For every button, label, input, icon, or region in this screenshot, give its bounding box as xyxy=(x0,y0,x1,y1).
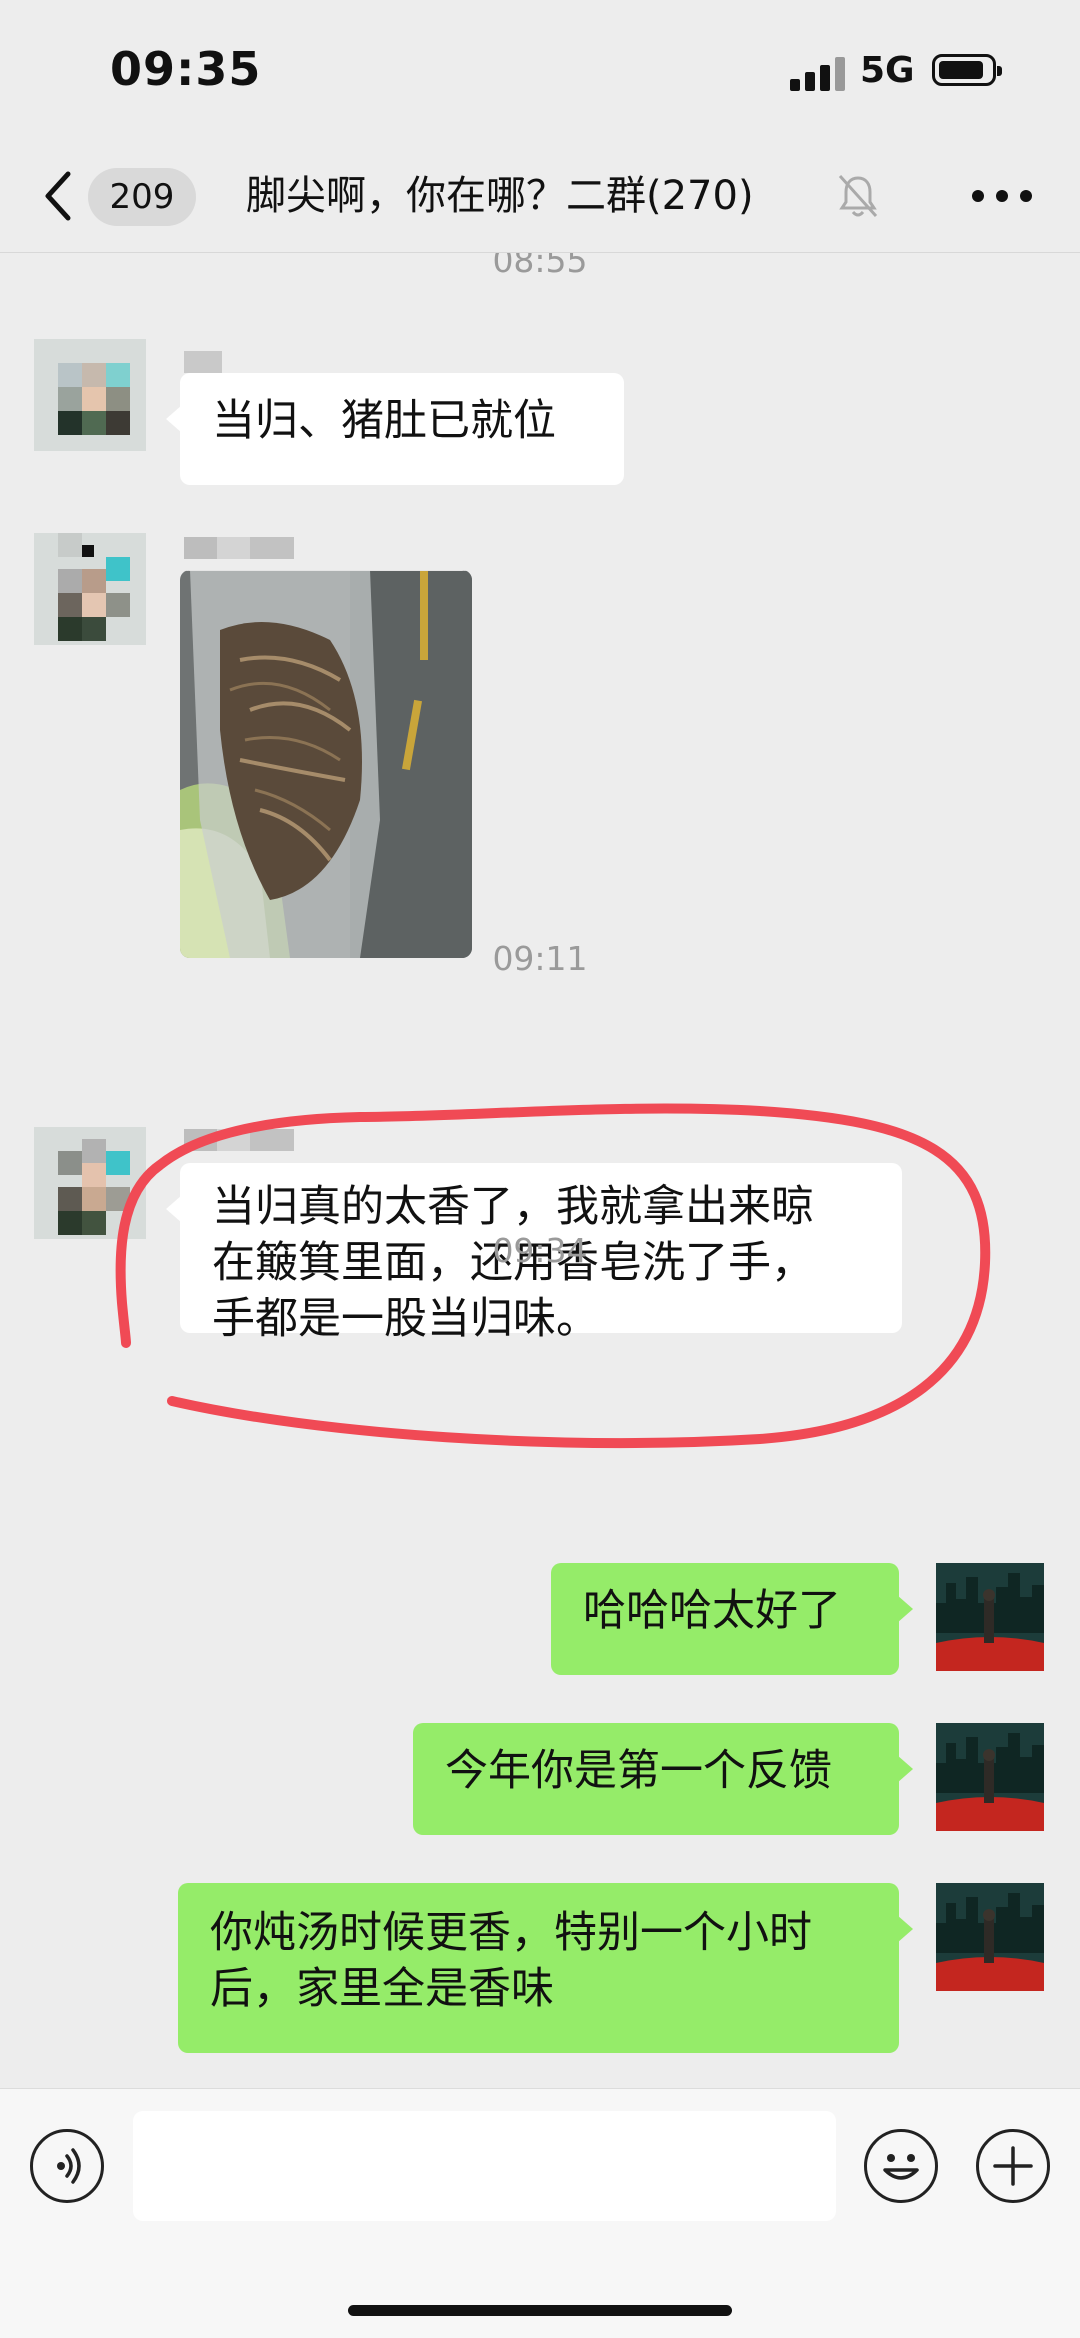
message-bubble[interactable]: 今年你是第一个反馈 xyxy=(413,1723,913,1835)
unread-count-badge[interactable]: 209 xyxy=(88,168,196,226)
input-bar xyxy=(0,2088,1080,2338)
signal-icon xyxy=(790,57,846,91)
message-bubble[interactable]: 你炖汤时候更香，特别一个小时 后，家里全是香味 xyxy=(178,1883,913,2053)
chevron-left-icon[interactable] xyxy=(36,166,86,226)
battery-icon xyxy=(932,54,1002,86)
my-avatar[interactable] xyxy=(936,1563,1044,1671)
message-line: 手都是一股当归味。 xyxy=(212,1294,599,1344)
my-avatar[interactable] xyxy=(936,1883,1044,1991)
sender-name-mosaic xyxy=(184,351,222,373)
message-line: 后，家里全是香味 xyxy=(210,1964,554,2014)
message-line: 你炖汤时候更香，特别一个小时 xyxy=(210,1908,812,1958)
mute-bell-icon xyxy=(838,174,878,218)
photo-message[interactable] xyxy=(180,570,472,958)
timestamp: 08:55 xyxy=(492,253,588,280)
sender-name-mosaic xyxy=(184,537,294,559)
avatar[interactable] xyxy=(34,533,146,645)
chat-header: 209 脚尖啊，你在哪？二群(270) xyxy=(0,140,1080,253)
message-bubble[interactable]: 哈哈哈太好了 xyxy=(551,1563,913,1675)
timestamp: 09:34 xyxy=(492,1231,588,1270)
avatar[interactable] xyxy=(34,1127,146,1239)
my-avatar[interactable] xyxy=(936,1723,1044,1831)
avatar[interactable] xyxy=(34,339,146,451)
sender-name-mosaic xyxy=(184,1129,294,1151)
home-indicator[interactable] xyxy=(348,2305,732,2316)
status-time: 09:35 xyxy=(110,42,262,96)
timestamp: 09:11 xyxy=(492,939,588,978)
chat-title: 脚尖啊，你在哪？二群(270) xyxy=(246,173,754,219)
status-bar: 09:35 5G xyxy=(0,0,1080,140)
network-label: 5G xyxy=(860,50,915,91)
voice-icon[interactable] xyxy=(30,2129,104,2203)
emoji-icon[interactable] xyxy=(864,2129,938,2203)
message-line: 当归真的太香了，我就拿出来晾 xyxy=(212,1182,814,1232)
message-list[interactable]: 08:55 当归、猪肚已就位 09:11 当归真的太香了，我就拿出来晾 在簸箕里… xyxy=(0,253,1080,2088)
more-dots-icon[interactable] xyxy=(972,190,1032,204)
message-bubble[interactable]: 当归、猪肚已就位 xyxy=(166,373,624,485)
message-input[interactable] xyxy=(133,2111,836,2221)
plus-icon[interactable] xyxy=(976,2129,1050,2203)
